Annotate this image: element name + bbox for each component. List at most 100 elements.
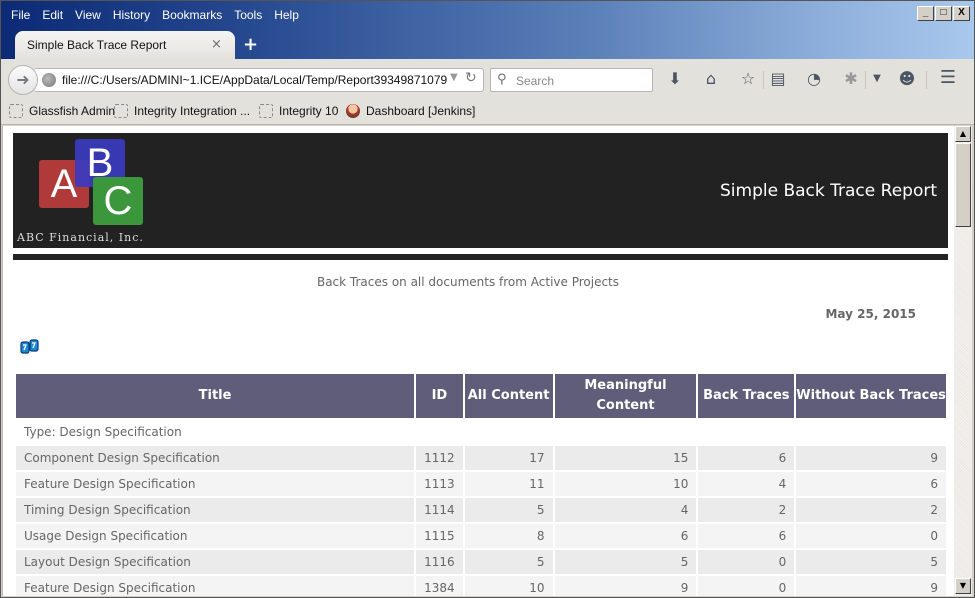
download-icon[interactable]: ⬇ [665, 69, 685, 88]
scrollbar-thumb[interactable] [955, 143, 971, 227]
cell-back-traces: 6 [698, 524, 795, 548]
close-window-button[interactable]: X [953, 6, 970, 21]
toolbar-separator [926, 71, 927, 89]
back-arrow-icon: ➜ [16, 70, 30, 89]
cell-meaningful-content: 15 [554, 446, 697, 470]
browser-window: File Edit View History Bookmarks Tools H… [0, 0, 975, 598]
cell-title: Component Design Specification [16, 446, 415, 470]
group-label: Type: Design Specification [16, 420, 946, 444]
report-subtitle: Back Traces on all documents from Active… [316, 275, 620, 289]
bookmark-placeholder-icon [114, 104, 128, 118]
back-button[interactable]: ➜ [8, 65, 38, 95]
cell-meaningful-content: 6 [554, 524, 697, 548]
refresh-icon[interactable] [20, 339, 40, 355]
reading-list-icon[interactable]: ▤ [768, 69, 788, 88]
column-header-without-back-traces[interactable]: Without Back Traces [796, 374, 946, 418]
cell-back-traces: 0 [698, 576, 795, 596]
cell-without-back-traces: 2 [796, 498, 946, 522]
bookmark-placeholder-icon [259, 104, 273, 118]
cell-meaningful-content: 4 [554, 498, 697, 522]
cell-id: 1114 [416, 498, 463, 522]
url-text[interactable]: file:///C:/Users/ADMINI~1.ICE/AppData/Lo… [62, 73, 447, 87]
menu-tools[interactable]: Tools [228, 7, 268, 23]
search-icon: ⚲ [497, 72, 507, 87]
tab-title: Simple Back Trace Report [27, 38, 167, 52]
cell-all-content: 10 [464, 576, 553, 596]
home-icon[interactable]: ⌂ [701, 69, 721, 88]
report-date: May 25, 2015 [825, 307, 916, 321]
chat-icon[interactable]: ☻ [897, 69, 917, 88]
menu-history[interactable]: History [107, 7, 156, 23]
column-header-back-traces[interactable]: Back Traces [698, 374, 795, 418]
bookmark-label: Integrity Integration ... [134, 104, 251, 118]
menu-bar: File Edit View History Bookmarks Tools H… [5, 7, 305, 23]
history-icon[interactable]: ◔ [804, 69, 824, 88]
globe-icon [42, 73, 56, 87]
bookmark-jenkins[interactable]: Dashboard [Jenkins] [346, 104, 475, 118]
menu-help[interactable]: Help [268, 7, 305, 23]
group-row: Type: Design Specification [16, 420, 946, 444]
table-row: Timing Design Specification 1114 5 4 2 2 [16, 498, 946, 522]
firebug-icon[interactable]: ✱ [841, 69, 861, 88]
url-bar[interactable]: file:///C:/Users/ADMINI~1.ICE/AppData/Lo… [35, 68, 484, 92]
new-tab-button[interactable]: + [243, 34, 258, 55]
navigation-toolbar: file:///C:/Users/ADMINI~1.ICE/AppData/Lo… [1, 59, 974, 99]
minimize-button[interactable]: _ [917, 6, 934, 21]
table-header-row: Title ID All Content Meaningful Content … [16, 374, 946, 418]
bookmark-label: Integrity 10 [279, 104, 339, 118]
column-header-title[interactable]: Title [16, 374, 415, 418]
cell-title: Timing Design Specification [16, 498, 415, 522]
table-row: Feature Design Specification 1384 10 9 0… [16, 576, 946, 596]
close-tab-icon[interactable]: × [211, 37, 222, 52]
logo-block-c: C [93, 177, 143, 225]
header-divider [13, 254, 948, 260]
scroll-down-button[interactable]: ▼ [955, 578, 971, 594]
cell-all-content: 5 [464, 550, 553, 574]
window-controls: _ □ X [917, 6, 970, 21]
column-header-all-content[interactable]: All Content [464, 374, 553, 418]
cell-title: Feature Design Specification [16, 472, 415, 496]
company-logo: A B C [39, 139, 149, 231]
cell-title: Usage Design Specification [16, 524, 415, 548]
jenkins-icon [346, 104, 360, 118]
menu-edit[interactable]: Edit [36, 7, 69, 23]
cell-without-back-traces: 6 [796, 472, 946, 496]
maximize-button[interactable]: □ [935, 6, 952, 21]
hamburger-menu-icon[interactable]: ☰ [938, 67, 958, 88]
dropdown-arrow-icon[interactable]: ▼ [867, 73, 887, 84]
cell-id: 1116 [416, 550, 463, 574]
toolbar-separator [763, 71, 764, 89]
menu-view[interactable]: View [69, 7, 107, 23]
url-dropdown-icon[interactable]: ▼ [450, 72, 458, 83]
column-header-meaningful-content[interactable]: Meaningful Content [554, 374, 697, 418]
bookmark-glassfish[interactable]: Glassfish Admin [9, 104, 115, 118]
bookmark-star-icon[interactable]: ☆ [738, 69, 758, 88]
bookmark-integrity-integration[interactable]: Integrity Integration ... [114, 104, 250, 118]
bookmark-integrity-10[interactable]: Integrity 10 [259, 104, 338, 118]
bookmark-placeholder-icon [9, 104, 23, 118]
search-input[interactable]: ⚲ Search [490, 68, 653, 92]
report-header: A B C ABC Financial, Inc. Simple Back Tr… [13, 133, 948, 248]
cell-title: Layout Design Specification [16, 550, 415, 574]
menu-file[interactable]: File [5, 7, 36, 23]
scroll-up-button[interactable]: ▲ [955, 126, 971, 142]
bookmark-label: Glassfish Admin [29, 104, 116, 118]
column-header-id[interactable]: ID [416, 374, 463, 418]
cell-back-traces: 6 [698, 446, 795, 470]
page-content: A B C ABC Financial, Inc. Simple Back Tr… [2, 126, 954, 596]
tab-active[interactable]: Simple Back Trace Report × [15, 31, 235, 60]
cell-meaningful-content: 9 [554, 576, 697, 596]
bookmarks-toolbar: Glassfish Admin Integrity Integration ..… [1, 99, 974, 125]
cell-without-back-traces: 5 [796, 550, 946, 574]
cell-id: 1384 [416, 576, 463, 596]
cell-without-back-traces: 9 [796, 576, 946, 596]
cell-id: 1115 [416, 524, 463, 548]
vertical-scrollbar[interactable]: ▲ ▼ [954, 126, 972, 596]
table-row: Layout Design Specification 1116 5 5 0 5 [16, 550, 946, 574]
cell-title: Feature Design Specification [16, 576, 415, 596]
bookmark-label: Dashboard [Jenkins] [366, 104, 476, 118]
reload-icon[interactable]: ↻ [465, 70, 477, 86]
menu-bookmarks[interactable]: Bookmarks [156, 7, 228, 23]
cell-back-traces: 0 [698, 550, 795, 574]
cell-meaningful-content: 10 [554, 472, 697, 496]
